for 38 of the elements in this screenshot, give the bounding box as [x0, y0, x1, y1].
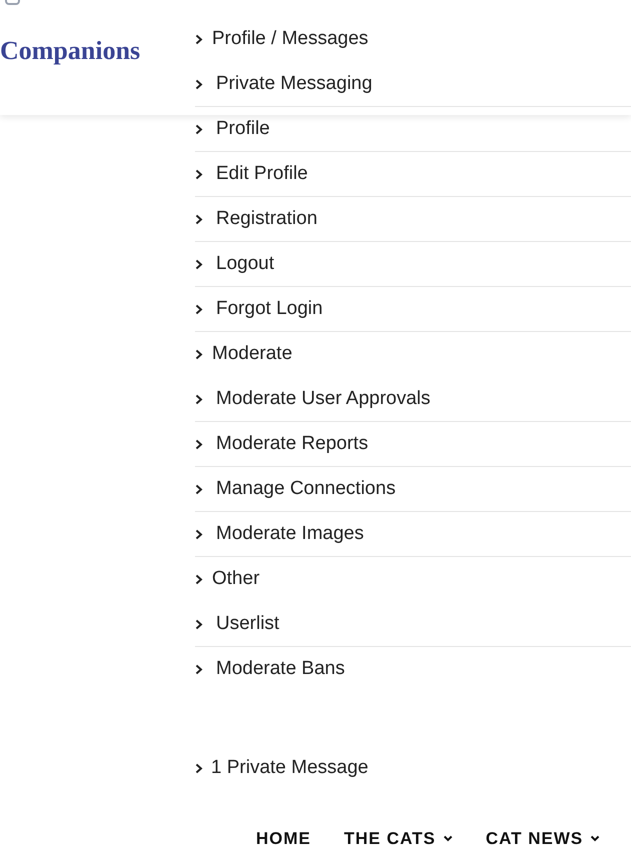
chevron-right-icon — [195, 214, 203, 224]
menu-heading[interactable]: Other — [195, 557, 631, 602]
nav-link[interactable]: CAT NEWS — [486, 826, 600, 852]
menu-item[interactable]: Moderate Images — [195, 512, 631, 557]
menu-item[interactable]: Userlist — [195, 602, 631, 647]
chevron-right-icon — [195, 258, 203, 270]
nav-link[interactable]: THE CATS — [344, 826, 453, 852]
nav-link[interactable]: HOME — [256, 826, 311, 852]
chevron-down-icon — [442, 835, 453, 842]
chevron-right-icon — [195, 34, 203, 45]
chevron-right-icon — [195, 394, 203, 404]
chevron-right-icon — [195, 349, 203, 360]
chevron-right-icon — [195, 124, 203, 134]
chevron-right-icon — [195, 438, 203, 450]
menu-item[interactable]: Moderate User Approvals — [195, 377, 631, 422]
menu-item[interactable]: Private Messaging — [195, 62, 631, 107]
menu-item[interactable]: Logout — [195, 242, 631, 287]
menu-item[interactable]: Registration — [195, 197, 631, 242]
chevron-right-icon — [195, 664, 203, 675]
site-logo[interactable]: Companions — [0, 38, 140, 64]
menu-item[interactable]: Profile — [195, 107, 631, 152]
chevron-right-icon — [195, 762, 203, 774]
menu-item[interactable]: Moderate Reports — [195, 422, 631, 467]
chevron-right-icon — [195, 484, 203, 494]
chevron-right-icon — [195, 528, 203, 540]
menu-heading[interactable]: Profile / Messages — [195, 17, 631, 62]
private-message-link[interactable]: 1 Private Message — [195, 754, 368, 782]
menu-item[interactable]: Moderate Bans — [195, 647, 631, 692]
menu-heading[interactable]: Moderate — [195, 332, 631, 377]
chevron-right-icon — [195, 78, 203, 90]
menu-item[interactable]: Edit Profile — [195, 152, 631, 197]
menu-item[interactable]: Manage Connections — [195, 467, 631, 512]
chevron-right-icon — [195, 168, 203, 180]
chevron-right-icon — [195, 574, 203, 585]
chevron-right-icon — [195, 618, 203, 630]
chevron-right-icon — [195, 304, 203, 314]
chevron-down-icon — [590, 835, 600, 842]
menu-item[interactable]: Forgot Login — [195, 287, 631, 332]
